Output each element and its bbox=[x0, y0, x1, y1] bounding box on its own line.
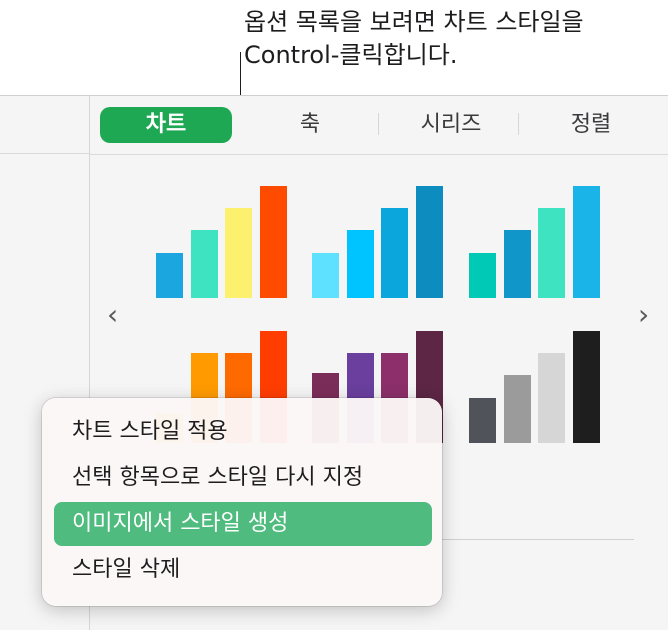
menu-item-apply-chart-style[interactable]: 차트 스타일 적용 bbox=[54, 410, 432, 454]
next-page-icon[interactable]: › bbox=[638, 300, 649, 330]
previous-page-icon[interactable]: ‹ bbox=[107, 300, 118, 330]
tab-separator bbox=[518, 113, 519, 135]
context-menu: 차트 스타일 적용 선택 항목으로 스타일 다시 지정 이미지에서 스타일 생성… bbox=[42, 398, 442, 606]
tab-series[interactable]: 시리즈 bbox=[386, 107, 516, 143]
tab-arrange[interactable]: 정렬 bbox=[526, 107, 656, 143]
tab-separator bbox=[378, 113, 379, 135]
tab-chart[interactable]: 차트 bbox=[100, 107, 232, 143]
sidebar-divider-horizontal bbox=[0, 153, 89, 154]
tab-bar: 차트 축 시리즈 정렬 bbox=[90, 95, 668, 155]
tab-axis[interactable]: 축 bbox=[250, 107, 370, 143]
menu-item-create-style-from-image[interactable]: 이미지에서 스타일 생성 bbox=[54, 502, 432, 546]
menu-item-delete-style[interactable]: 스타일 삭제 bbox=[54, 548, 432, 592]
callout-text: 옵션 목록을 보려면 차트 스타일을 Control-클릭합니다. bbox=[244, 8, 584, 69]
menu-item-redefine-style[interactable]: 선택 항목으로 스타일 다시 지정 bbox=[54, 456, 432, 500]
section-divider bbox=[442, 539, 634, 540]
